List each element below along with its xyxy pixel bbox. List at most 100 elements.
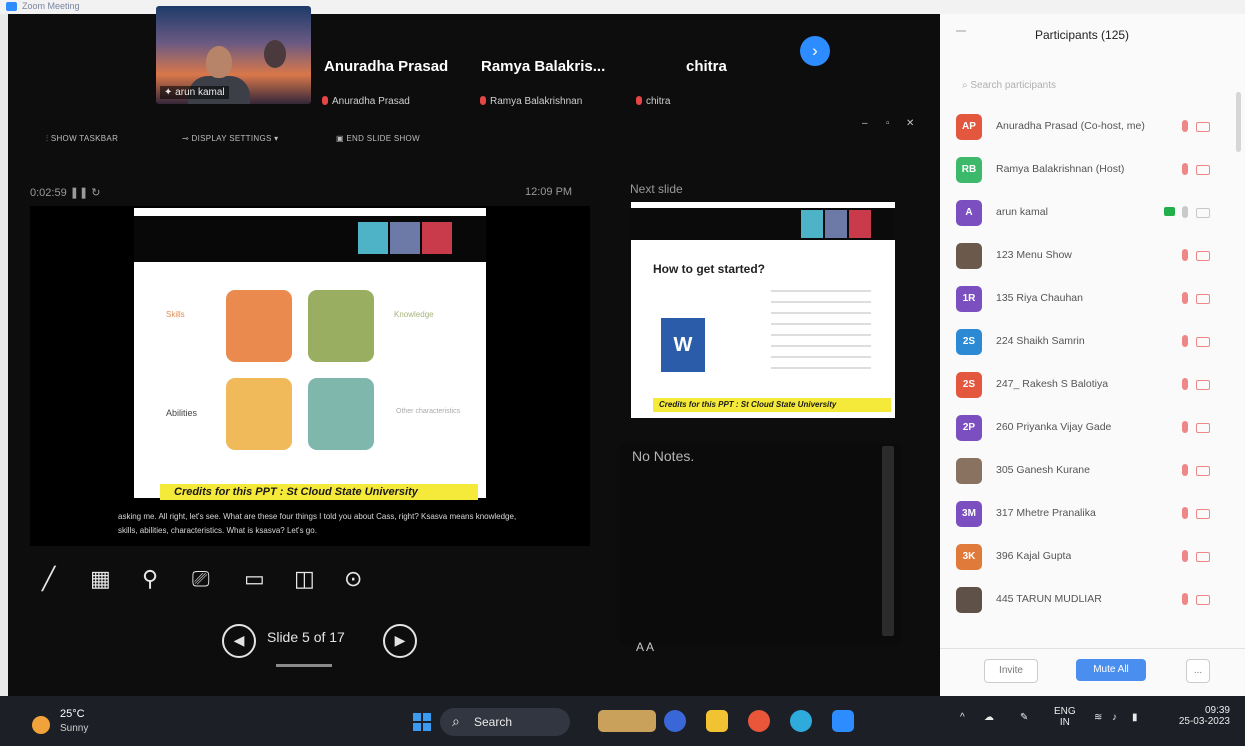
next-video-page-button[interactable]: ›: [800, 36, 830, 66]
participant-search[interactable]: ⌕ Search participants: [962, 80, 1056, 91]
mute-all-button[interactable]: Mute All: [1076, 659, 1146, 681]
more-options-button[interactable]: ...: [1186, 659, 1210, 683]
camera-icon[interactable]: [1196, 208, 1210, 218]
tile-label-ramya: Ramya Balakrishnan: [480, 96, 582, 107]
camera-off-icon[interactable]: [1196, 423, 1210, 433]
muted-mic-icon[interactable]: [1182, 249, 1188, 261]
camera-off-icon[interactable]: [1196, 595, 1210, 605]
slide-grid-icon[interactable]: ▦: [90, 568, 111, 590]
muted-mic-icon[interactable]: [1182, 464, 1188, 476]
participant-row[interactable]: 445 TARUN MUDLIAR: [956, 583, 1226, 619]
subtitles-icon[interactable]: ▭: [244, 568, 265, 590]
participant-row[interactable]: 3K 396 Kajal Gupta: [956, 540, 1226, 576]
camera-off-icon[interactable]: [1196, 552, 1210, 562]
volume-icon[interactable]: ♪: [1112, 712, 1117, 723]
participant-row[interactable]: 305 Ganesh Kurane: [956, 454, 1226, 490]
camera-off-icon[interactable]: [1196, 294, 1210, 304]
weather-temperature[interactable]: 25°C: [60, 708, 85, 720]
muted-mic-icon[interactable]: [1182, 421, 1188, 433]
mic-icon[interactable]: [1182, 206, 1188, 218]
restore-icon[interactable]: ▫: [886, 118, 890, 129]
more-options-icon[interactable]: ⊙: [344, 568, 362, 590]
muted-mic-icon[interactable]: [1182, 292, 1188, 304]
avatar: 2S: [956, 329, 982, 355]
participant-row[interactable]: 3M 317 Mhetre Pranalika: [956, 497, 1226, 533]
muted-mic-icon[interactable]: [1182, 593, 1188, 605]
muted-mic-icon[interactable]: [1182, 335, 1188, 347]
previous-slide-button[interactable]: ◀: [222, 624, 256, 658]
tile-name-chitra[interactable]: chitra: [686, 58, 727, 75]
tile-name-anuradha[interactable]: Anuradha Prasad: [324, 58, 448, 75]
muted-mic-icon[interactable]: [1182, 378, 1188, 390]
presentation-timer: 0:02:59 ❚❚ ↻: [30, 187, 101, 199]
pause-icon[interactable]: ❚❚: [70, 187, 88, 199]
participant-row[interactable]: A arun kamal: [956, 196, 1226, 232]
camera-off-icon[interactable]: [1196, 509, 1210, 519]
muted-mic-icon[interactable]: [1182, 507, 1188, 519]
camera-off-icon[interactable]: [1196, 337, 1210, 347]
language-indicator[interactable]: ENG IN: [1054, 706, 1076, 728]
next-slide-preview[interactable]: How to get started? W Credits for this P…: [631, 202, 895, 418]
sun-icon[interactable]: [32, 716, 50, 734]
participant-name: 317 Mhetre Pranalika: [996, 507, 1096, 519]
chevron-up-icon[interactable]: ^: [960, 712, 965, 723]
edge-icon[interactable]: [790, 710, 812, 732]
taskbar-search[interactable]: ⌕ Search: [440, 708, 570, 736]
clock: 12:09 PM: [525, 186, 573, 198]
participant-row[interactable]: 2S 247_ Rakesh S Balotiya: [956, 368, 1226, 404]
invite-button[interactable]: Invite: [984, 659, 1038, 683]
system-clock[interactable]: 09:39 25-03-2023: [1168, 705, 1230, 727]
participant-name: 260 Priyanka Vijay Gade: [996, 421, 1112, 433]
participants-scrollbar[interactable]: [1236, 92, 1241, 152]
camera-off-icon[interactable]: ◫: [294, 568, 315, 590]
participant-name: 224 Shaikh Samrin: [996, 335, 1085, 347]
end-show-icon: ▣: [336, 134, 347, 143]
tile-name-ramya[interactable]: Ramya Balakris...: [481, 58, 605, 75]
onedrive-icon[interactable]: ☁: [984, 712, 994, 723]
windows-start-icon[interactable]: [413, 713, 431, 731]
camera-off-icon[interactable]: [1196, 466, 1210, 476]
show-taskbar-button[interactable]: ⫶ SHOW TASKBAR: [46, 134, 118, 144]
font-size-controls[interactable]: A A: [636, 640, 654, 654]
participant-row[interactable]: 123 Menu Show: [956, 239, 1226, 275]
notes-scrollbar[interactable]: [882, 446, 894, 636]
participant-row[interactable]: 2P 260 Priyanka Vijay Gade: [956, 411, 1226, 447]
divider: [940, 648, 1245, 649]
next-slide-bullets: [771, 290, 871, 370]
wifi-icon[interactable]: ≋: [1094, 712, 1102, 723]
muted-mic-icon[interactable]: [1182, 550, 1188, 562]
participant-row[interactable]: 1R 135 Riya Chauhan: [956, 282, 1226, 318]
camera-off-icon[interactable]: [1196, 122, 1210, 132]
end-slide-show-button[interactable]: ▣ END SLIDE SHOW: [336, 134, 420, 143]
collapse-icon[interactable]: [956, 30, 966, 32]
file-explorer-icon[interactable]: [706, 710, 728, 732]
participant-row[interactable]: 2S 224 Shaikh Samrin: [956, 325, 1226, 361]
chevron-right-icon: ▶: [394, 632, 406, 648]
next-slide-button[interactable]: ▶: [383, 624, 417, 658]
battery-icon[interactable]: ▮: [1132, 712, 1138, 723]
background-balloon: [264, 40, 286, 68]
muted-mic-icon[interactable]: [1182, 120, 1188, 132]
slide-counter[interactable]: Slide 5 of 17: [267, 629, 345, 645]
participant-row[interactable]: RB Ramya Balakrishnan (Host): [956, 153, 1226, 189]
camera-off-icon[interactable]: [1196, 165, 1210, 175]
reset-icon[interactable]: ↻: [91, 187, 100, 199]
self-video-tile[interactable]: ✦ arun kamal: [156, 6, 311, 104]
chrome-icon[interactable]: [748, 710, 770, 732]
minimize-icon[interactable]: –: [862, 118, 868, 129]
pen-icon[interactable]: ╱: [42, 568, 55, 590]
zoom-app-icon[interactable]: [832, 710, 854, 732]
widgets-icon[interactable]: [598, 710, 656, 732]
display-settings-button[interactable]: ⊸ DISPLAY SETTINGS ▾: [182, 134, 278, 143]
slide-progress: [276, 664, 332, 667]
zoom-magnifier-icon[interactable]: ⚲: [142, 568, 158, 590]
pen-tray-icon[interactable]: ✎: [1020, 712, 1028, 723]
close-icon[interactable]: ✕: [906, 118, 914, 129]
participant-row[interactable]: AP Anuradha Prasad (Co-host, me): [956, 110, 1226, 146]
camera-off-icon[interactable]: [1196, 251, 1210, 261]
weather-condition[interactable]: Sunny: [60, 723, 88, 734]
screen-icon[interactable]: ⎚: [192, 568, 210, 590]
camera-off-icon[interactable]: [1196, 380, 1210, 390]
teams-icon[interactable]: [664, 710, 686, 732]
muted-mic-icon[interactable]: [1182, 163, 1188, 175]
